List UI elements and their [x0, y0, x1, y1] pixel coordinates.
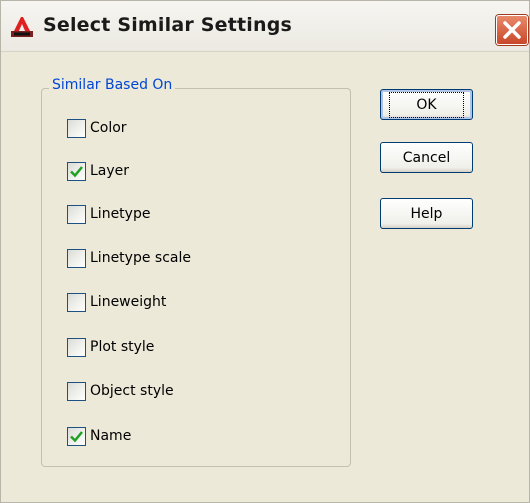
option-linetype-scale[interactable]: Linetype scale	[67, 247, 191, 269]
option-lineweight[interactable]: Lineweight	[67, 291, 166, 313]
checkbox[interactable]	[67, 248, 86, 268]
group-label: Similar Based On	[49, 77, 176, 93]
checkbox[interactable]	[67, 381, 86, 401]
checkbox-label: Linetype	[90, 206, 151, 222]
help-button[interactable]: Help	[380, 198, 473, 229]
checkbox[interactable]	[67, 204, 86, 224]
checkbox-label: Object style	[90, 383, 174, 399]
checkbox-label: Linetype scale	[90, 250, 191, 266]
cancel-button[interactable]: Cancel	[380, 142, 473, 173]
option-layer[interactable]: Layer	[67, 160, 129, 182]
ok-button[interactable]: OK	[380, 89, 473, 120]
checkbox-label: Lineweight	[90, 294, 167, 310]
checkmark-icon	[70, 165, 83, 177]
option-color[interactable]: Color	[67, 117, 127, 139]
option-plot-style[interactable]: Plot style	[67, 336, 154, 358]
autocad-logo-icon	[11, 17, 33, 37]
checkbox[interactable]	[67, 118, 86, 138]
close-button[interactable]	[496, 15, 528, 45]
dialog-title: Select Similar Settings	[43, 14, 293, 36]
checkbox-label: Layer	[90, 163, 130, 179]
checkmark-icon	[70, 430, 83, 442]
checkbox[interactable]	[67, 337, 86, 357]
option-object-style[interactable]: Object style	[67, 380, 174, 402]
title-bar[interactable]: Select Similar Settings	[1, 1, 529, 52]
checkbox[interactable]	[67, 426, 86, 446]
close-icon	[503, 21, 521, 39]
checkbox[interactable]	[67, 292, 86, 312]
checkbox-label: Plot style	[90, 339, 155, 355]
checkbox-label: Name	[90, 428, 132, 444]
help-button-label: Help	[410, 205, 443, 222]
dialog-window: Select Similar Settings Similar Based On…	[0, 0, 530, 503]
ok-button-label: OK	[389, 91, 464, 118]
cancel-button-label: Cancel	[402, 149, 451, 166]
checkbox[interactable]	[67, 161, 86, 181]
option-linetype[interactable]: Linetype	[67, 203, 150, 225]
checkbox-label: Color	[90, 120, 127, 136]
similar-based-on-groupbox	[41, 88, 351, 467]
option-name[interactable]: Name	[67, 425, 131, 447]
